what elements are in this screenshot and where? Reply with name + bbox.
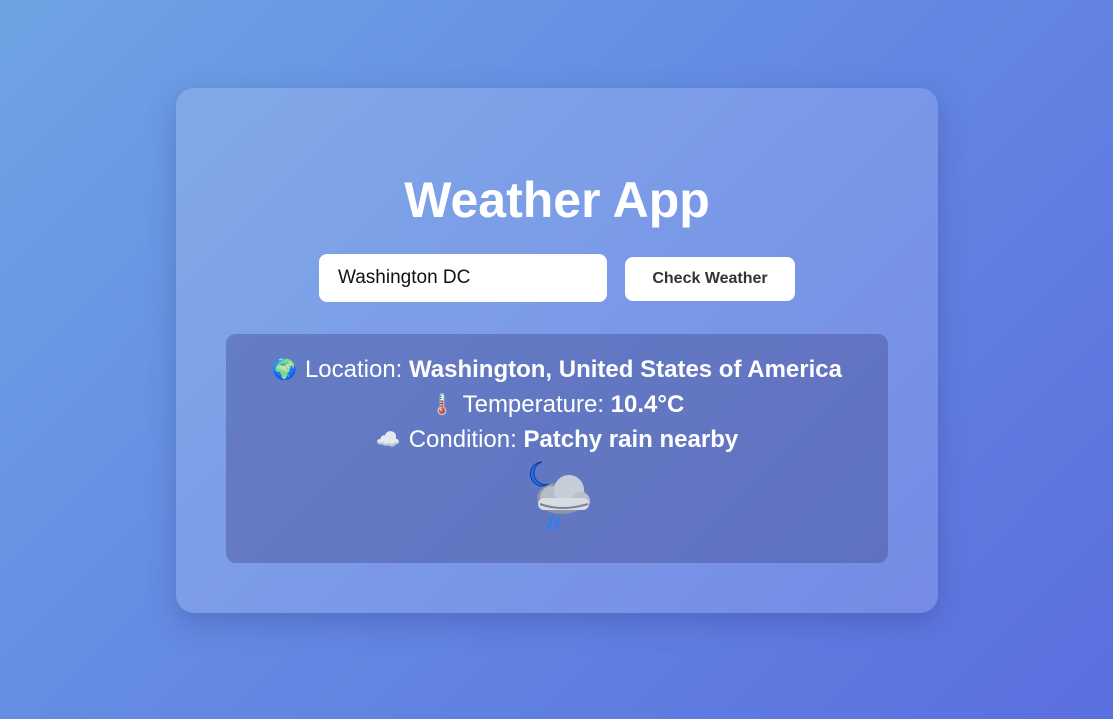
condition-label: Condition:: [408, 426, 517, 453]
weather-result-panel: 🌍 Location: Washington, United States of …: [226, 334, 888, 563]
location-line: 🌍 Location: Washington, United States of …: [226, 355, 888, 385]
cloud-icon: ☁️: [375, 429, 401, 451]
location-value: Washington, United States of America: [409, 356, 842, 383]
check-weather-button[interactable]: Check Weather: [625, 257, 795, 301]
temperature-label: Temperature:: [462, 391, 604, 418]
temperature-line: 🌡️ Temperature: 10.4°C: [226, 390, 888, 420]
globe-icon: 🌍: [272, 359, 297, 381]
city-search-input[interactable]: [319, 254, 607, 302]
thermometer-icon: 🌡️: [429, 394, 455, 416]
condition-line: ☁️ Condition: Patchy rain nearby: [226, 425, 888, 455]
weather-card: Weather App Check Weather 🌍 Location: Was…: [176, 88, 938, 613]
temperature-value: 10.4°C: [610, 391, 685, 418]
app-title: Weather App: [404, 172, 710, 228]
condition-value: Patchy rain nearby: [523, 426, 739, 453]
patchy-rain-night-icon: [529, 461, 590, 531]
location-label: Location:: [304, 356, 403, 383]
